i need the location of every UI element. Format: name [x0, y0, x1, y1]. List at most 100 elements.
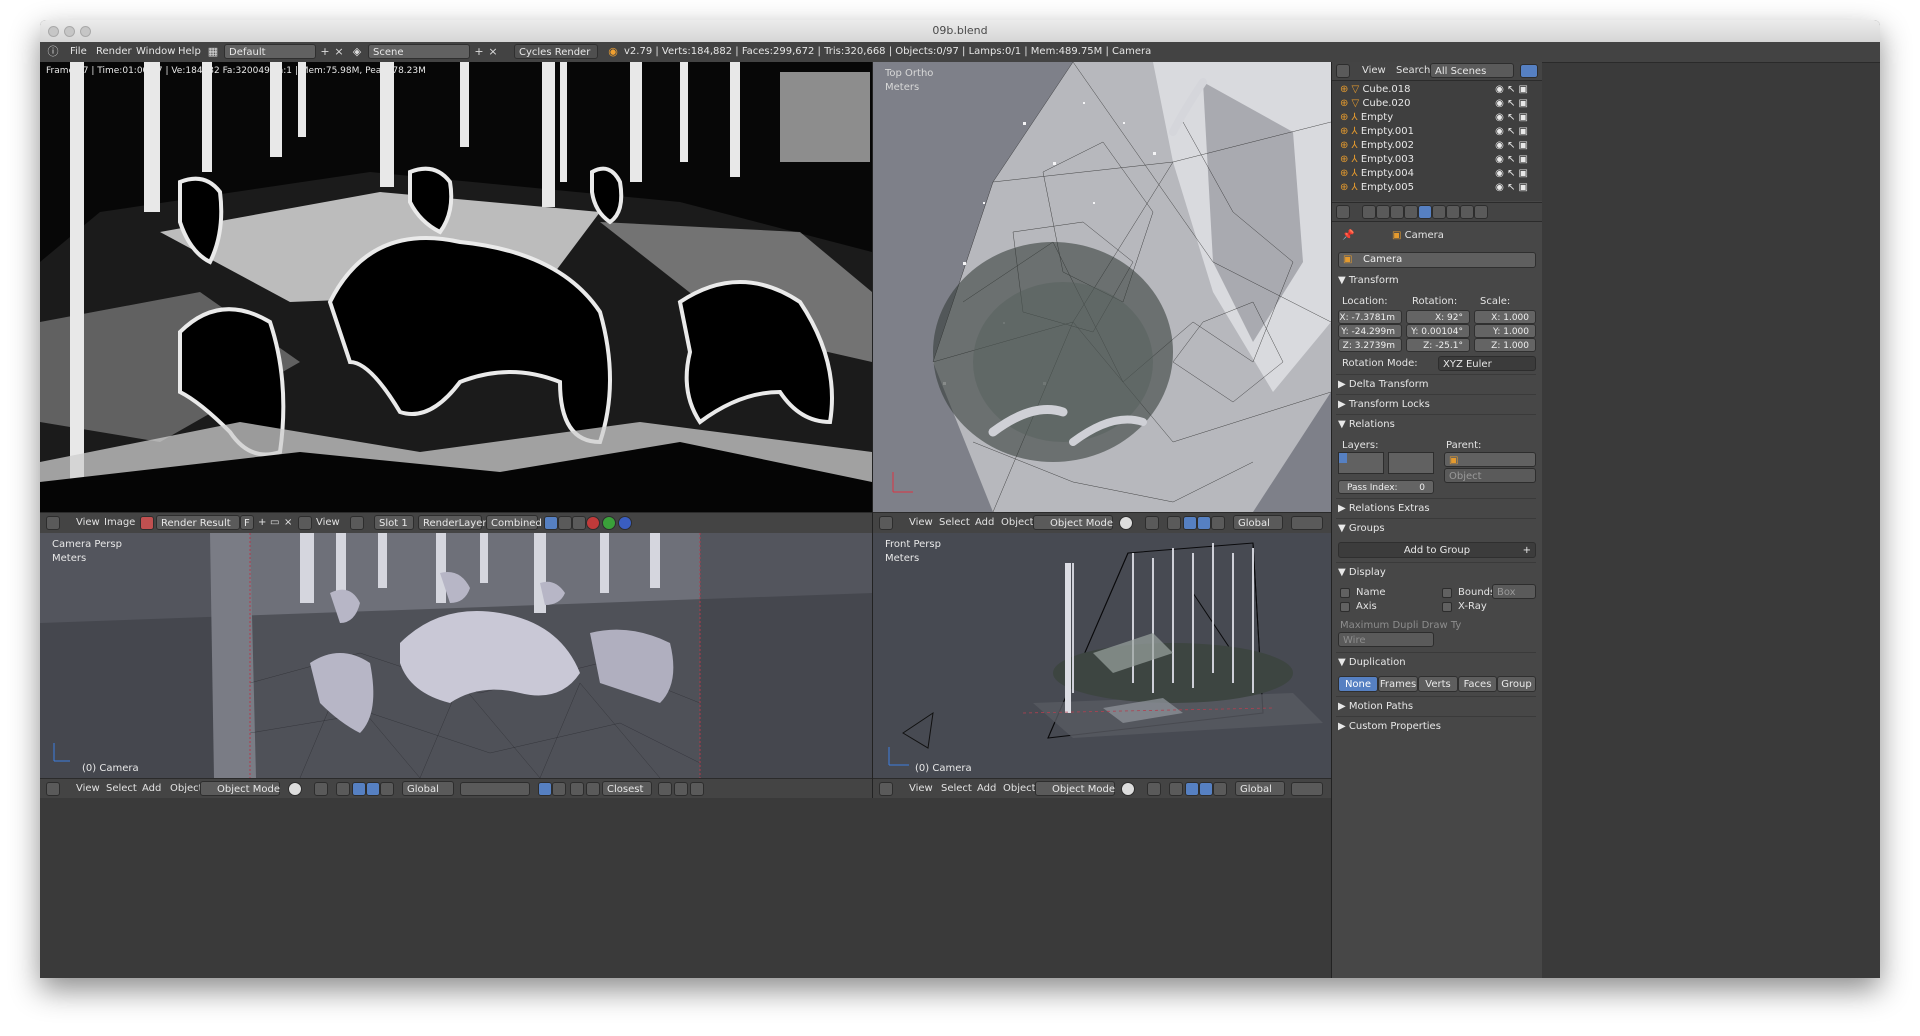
top-scale-icon[interactable] — [1211, 516, 1225, 530]
image-image-menu[interactable]: Image — [104, 516, 135, 530]
relations-extras-panel-header[interactable]: ▶ Relations Extras — [1338, 500, 1536, 518]
render-result-field[interactable]: Render Result — [156, 515, 240, 530]
parent-field[interactable]: ▣ — [1444, 452, 1536, 467]
add-to-group-button[interactable]: Add to Group + — [1338, 542, 1536, 558]
3d-view-type-icon[interactable] — [879, 516, 893, 530]
render-layer-dropdown[interactable]: RenderLayer — [418, 515, 486, 530]
scene-tab-icon[interactable] — [1390, 205, 1404, 219]
display-channels-icon[interactable] — [544, 516, 558, 530]
info-editor-icon[interactable]: ⓘ — [46, 45, 60, 59]
display-name-checkbox[interactable] — [1340, 588, 1350, 598]
top-rotate-icon[interactable] — [1197, 516, 1211, 530]
outliner-view-menu[interactable]: View — [1362, 64, 1386, 78]
physics-tab-icon[interactable] — [1474, 205, 1488, 219]
outliner-item[interactable]: ⊕ ▽ Cube.018 ◉ ↖ ▣ — [1340, 83, 1532, 97]
camera-copy-icon[interactable] — [690, 782, 704, 796]
outliner-item[interactable]: ⊕ ⅄ Empty ◉ ↖ ▣ — [1340, 111, 1532, 125]
data-tab-icon[interactable] — [1460, 205, 1474, 219]
rotation-mode-dropdown[interactable]: XYZ Euler — [1438, 356, 1536, 371]
camera-opengl-render-icon[interactable] — [658, 782, 672, 796]
transform-panel-header[interactable]: ▼ Transform — [1338, 272, 1536, 290]
camera-manipulator-icon[interactable] — [336, 782, 350, 796]
green-channel-icon[interactable] — [602, 516, 616, 530]
outliner-item[interactable]: ⊕ ⅄ Empty.005 ◉ ↖ ▣ — [1340, 181, 1532, 195]
display-xray-checkbox[interactable] — [1442, 602, 1452, 612]
top-orientation-dropdown[interactable]: Global — [1233, 515, 1283, 530]
location-x-field[interactable]: X: -7.3781m — [1338, 310, 1402, 324]
groups-panel-header[interactable]: ▼ Groups — [1338, 520, 1536, 538]
display-bounds-checkbox[interactable] — [1442, 588, 1452, 598]
constraints-tab-icon[interactable] — [1432, 205, 1446, 219]
dupli-verts-button[interactable]: Verts — [1418, 676, 1458, 692]
scale-z-field[interactable]: Z: 1.000 — [1474, 338, 1536, 352]
scene-icon[interactable]: ◈ — [350, 45, 364, 59]
remove-layout-icon[interactable]: × — [332, 45, 346, 59]
add-scene-icon[interactable]: + — [472, 45, 486, 59]
front-persp-viewport[interactable]: Front Persp Meters (0) Camera — [873, 533, 1331, 778]
zbuffer-icon[interactable] — [572, 516, 586, 530]
location-y-field[interactable]: Y: -24.299m — [1338, 324, 1402, 338]
camera-snap-icon[interactable] — [586, 782, 600, 796]
layers-grid-a[interactable] — [1338, 452, 1384, 474]
outliner-item[interactable]: ⊕ ⅄ Empty.001 ◉ ↖ ▣ — [1340, 125, 1532, 139]
top-translate-icon[interactable] — [1183, 516, 1197, 530]
front-3d-view-type-icon[interactable] — [879, 782, 893, 796]
layers-grid-b[interactable] — [1388, 452, 1434, 474]
image-editor-type-icon[interactable] — [46, 516, 60, 530]
image-view-menu[interactable]: View — [76, 516, 100, 530]
fake-user-button[interactable]: F — [240, 515, 254, 530]
camera-mode-dropdown[interactable]: Object Mode — [200, 781, 280, 796]
camera-render-icon[interactable] — [552, 782, 566, 796]
outliner-item[interactable]: ⊕ ▽ Cube.020 ◉ ↖ ▣ — [1340, 97, 1532, 111]
unlink-image-icon[interactable]: × — [284, 516, 292, 530]
parent-type-dropdown[interactable]: Object — [1444, 468, 1536, 483]
outliner-display-filter[interactable]: All Scenes — [1430, 63, 1514, 78]
menu-help[interactable]: Help — [178, 45, 201, 59]
dupli-none-button[interactable]: None — [1338, 676, 1378, 692]
properties-type-icon[interactable] — [1336, 205, 1350, 219]
image-view-type-icon[interactable] — [298, 516, 312, 530]
top-layers-grid[interactable] — [1291, 516, 1323, 530]
front-rotate-icon[interactable] — [1199, 782, 1213, 796]
front-select-menu[interactable]: Select — [941, 782, 972, 796]
world-tab-icon[interactable] — [1404, 205, 1418, 219]
camera-shading-icon[interactable] — [288, 782, 302, 796]
screen-layout-icon[interactable]: ▦ — [206, 45, 220, 59]
area-divider-panel[interactable] — [1331, 62, 1332, 978]
camera-3d-view-type-icon[interactable] — [46, 782, 60, 796]
camera-select-menu[interactable]: Select — [106, 782, 137, 796]
camera-scale-icon[interactable] — [380, 782, 394, 796]
top-ortho-viewport[interactable]: Top Ortho Meters — [873, 62, 1331, 512]
add-layout-icon[interactable]: + — [318, 45, 332, 59]
open-image-icon[interactable]: ▭ — [270, 516, 279, 530]
dupli-group-button[interactable]: Group — [1497, 676, 1536, 692]
screen-layout-field[interactable]: Default — [224, 44, 316, 59]
scale-y-field[interactable]: Y: 1.000 — [1474, 324, 1536, 338]
pass-index-field[interactable]: Pass Index: 0 — [1338, 480, 1434, 494]
rotation-z-field[interactable]: Z: -25.1° — [1406, 338, 1470, 352]
render-slot-dropdown[interactable]: Slot 1 — [374, 515, 414, 530]
front-object-menu[interactable]: Object — [1003, 782, 1036, 796]
front-manipulator-icon[interactable] — [1169, 782, 1183, 796]
duplication-panel-header[interactable]: ▼ Duplication — [1338, 654, 1536, 672]
rotation-y-field[interactable]: Y: 0.00104° — [1406, 324, 1470, 338]
top-select-menu[interactable]: Select — [939, 516, 970, 530]
dupli-frames-button[interactable]: Frames — [1378, 676, 1418, 692]
motion-paths-panel-header[interactable]: ▶ Motion Paths — [1338, 698, 1536, 716]
camera-add-menu[interactable]: Add — [142, 782, 161, 796]
top-pivot-icon[interactable] — [1145, 516, 1159, 530]
outliner-search-menu[interactable]: Search — [1396, 64, 1430, 78]
pin-icon[interactable]: 📌 — [1342, 230, 1354, 241]
front-scale-icon[interactable] — [1213, 782, 1227, 796]
display-axis-checkbox[interactable] — [1340, 602, 1350, 612]
camera-layers-grid[interactable] — [460, 782, 530, 796]
outliner-search-icon[interactable] — [1520, 64, 1538, 78]
alpha-channel-icon[interactable] — [558, 516, 572, 530]
outliner-type-icon[interactable] — [1336, 64, 1350, 78]
scene-field[interactable]: Scene — [368, 44, 470, 59]
front-shading-icon[interactable] — [1121, 782, 1135, 796]
outliner-item[interactable]: ⊕ ⅄ Empty.003 ◉ ↖ ▣ — [1340, 153, 1532, 167]
top-object-menu[interactable]: Object — [1001, 516, 1034, 530]
outliner-item[interactable]: ⊕ ⅄ Empty.004 ◉ ↖ ▣ — [1340, 167, 1532, 181]
relations-panel-header[interactable]: ▼ Relations — [1338, 416, 1536, 434]
